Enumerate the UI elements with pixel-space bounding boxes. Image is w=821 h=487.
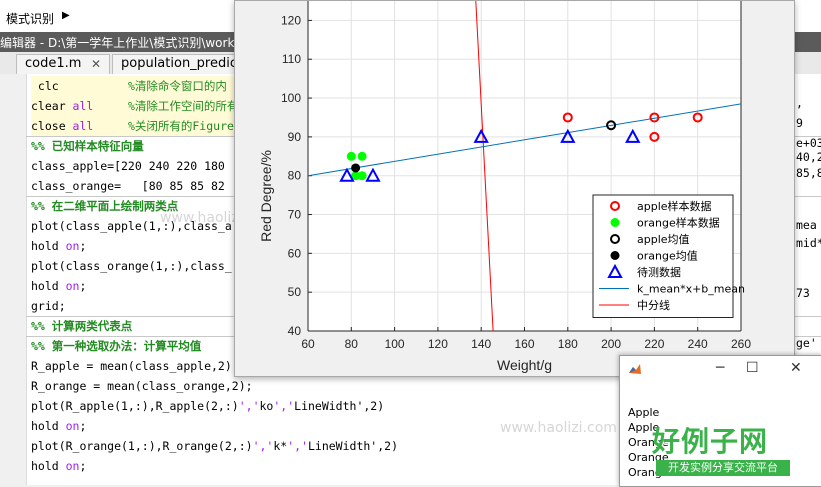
legend-label: apple均值 (637, 233, 690, 246)
code-line[interactable]: hold on; (31, 276, 86, 296)
code-line[interactable]: R_orange = mean(class_orange,2); (31, 376, 253, 396)
legend-label: orange样本数据 (637, 216, 720, 230)
x-tick-label: 260 (731, 337, 751, 351)
code-fragment: mea (796, 218, 817, 232)
data-point (357, 151, 367, 161)
code-line[interactable]: hold on; (31, 236, 86, 256)
x-tick-label: 80 (345, 337, 359, 351)
data-point (351, 163, 361, 173)
code-line[interactable]: grid; (31, 296, 66, 316)
minimize-icon[interactable]: ─ (716, 360, 724, 376)
logo-text: 好例子网 (652, 425, 769, 458)
list-item: Apple (628, 406, 660, 419)
close-icon[interactable]: ✕ (91, 57, 101, 71)
legend-label: apple样本数据 (637, 199, 712, 213)
editor-title: 编辑器 - D:\第一学年上作业\模式识别\work_ (0, 36, 241, 50)
y-tick-label: 40 (288, 324, 302, 338)
y-tick-label: 120 (281, 13, 301, 27)
breadcrumb-item[interactable]: 模式识别 (6, 10, 54, 27)
close-icon[interactable]: ✕ (790, 360, 802, 376)
code-fragment: mid* (796, 236, 821, 250)
code-fragment: 73 (796, 286, 810, 300)
y-tick-label: 70 (288, 208, 302, 222)
tab-label: population_predict. (121, 56, 247, 71)
code-line[interactable]: class_orange= [80 85 85 82 (31, 176, 225, 196)
x-tick-label: 180 (558, 337, 578, 351)
legend-label: k_mean*x+b_mean (637, 283, 745, 296)
x-tick-label: 100 (385, 337, 405, 351)
x-tick-label: 220 (644, 337, 664, 351)
code-line[interactable]: clear all %清除工作空间的所有 (31, 96, 238, 116)
x-tick-label: 60 (301, 337, 315, 351)
x-tick-label: 240 (688, 337, 708, 351)
logo-subtitle: 开发实例分享交流平台 (656, 460, 790, 476)
code-fragment: 9 (796, 116, 803, 130)
legend-marker (610, 251, 620, 260)
code-line[interactable]: class_apple=[220 240 220 180 (31, 156, 225, 176)
code-section-line[interactable]: %% 在二维平面上绘制两类点 (31, 196, 178, 216)
matlab-icon (629, 364, 641, 374)
data-point (357, 171, 367, 181)
code-line[interactable]: hold on; (31, 456, 86, 476)
x-axis-label: Weight/g (497, 357, 552, 373)
code-line[interactable]: hold on; (31, 416, 86, 436)
chevron-right-icon[interactable]: ▶ (62, 10, 70, 21)
legend-label: 待测数据 (637, 265, 681, 279)
data-point (346, 151, 356, 161)
maximize-icon[interactable]: ☐ (746, 360, 759, 376)
legend-label: orange均值 (637, 250, 698, 263)
code-section-line[interactable]: %% 已知样本特征向量 (31, 136, 144, 156)
y-tick-label: 60 (288, 246, 302, 260)
x-tick-label: 200 (601, 337, 621, 351)
x-tick-label: 140 (471, 337, 491, 351)
line-gutter (0, 74, 27, 485)
y-tick-label: 90 (288, 130, 302, 144)
code-section-line[interactable]: %% 计算两类代表点 (31, 316, 132, 336)
scatter-chart: 60 80 100 120 140 160 180 200 220 240 260 40 50 60 70 8… (258, 1, 751, 373)
tab-population-predict[interactable]: population_predict. (112, 54, 246, 75)
tab-label: code1.m (25, 56, 82, 71)
code-line[interactable]: plot(R_orange(1,:),R_orange(2,:)','k*','… (31, 436, 398, 456)
legend-marker (610, 218, 620, 227)
figure-window[interactable]: 60 80 100 120 140 160 180 200 220 240 260 40 50 60 70 8… (234, 0, 795, 377)
code-line[interactable]: clc %清除命令窗口的内 (31, 76, 234, 96)
x-tick-label: 160 (514, 337, 534, 351)
code-section-line[interactable]: %% 第一种选取办法：计算平均值 (31, 336, 201, 356)
y-tick-label: 80 (288, 169, 302, 183)
code-line[interactable]: close all %关闭所有的Figure窗 (31, 116, 245, 136)
y-tick-label: 100 (281, 91, 301, 105)
site-logo: 好例子网 开发实例分享交流平台 (652, 420, 790, 476)
code-fragment: 40,22 (796, 150, 821, 164)
watermark-text: www.haolizi.com (500, 420, 617, 436)
y-axis-label: Red Degree/% (258, 150, 274, 242)
code-fragment: 85,82 (796, 166, 821, 180)
tab-code1[interactable]: code1.m ✕ (16, 54, 110, 75)
code-fragment: ge' (796, 336, 817, 350)
code-line[interactable]: R_apple = mean(class_apple,2) (31, 356, 232, 376)
code-line[interactable]: plot(R_apple(1,:),R_apple(2,:)','ko','Li… (31, 396, 384, 416)
code-line[interactable]: plot(class_orange(1,:),class_ (31, 256, 232, 276)
x-tick-label: 120 (428, 337, 448, 351)
y-tick-label: 50 (288, 285, 302, 299)
output-window-title-bar: ─ ☐ ✕ (620, 356, 821, 382)
code-fragment: e+03 (796, 136, 821, 150)
y-tick-label: 110 (282, 52, 301, 66)
legend-label: 中分线 (637, 298, 670, 312)
code-fragment: , (796, 96, 803, 110)
